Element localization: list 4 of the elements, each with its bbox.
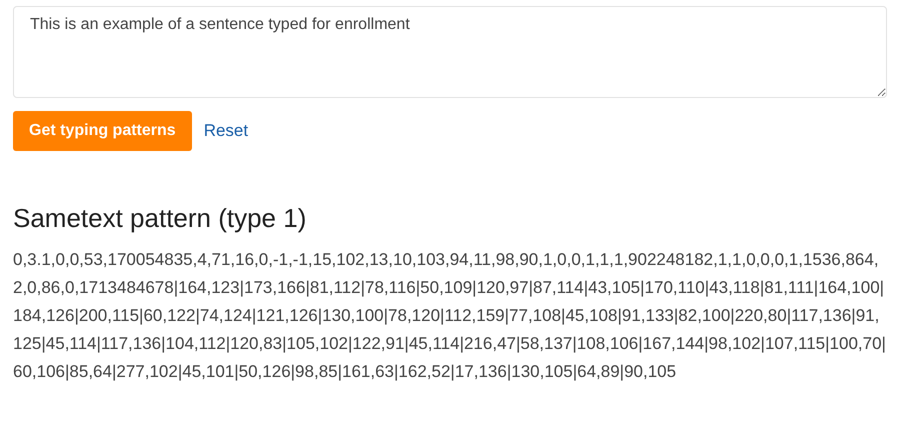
sentence-input[interactable]: This is an example of a sentence typed for enrollment [13, 6, 887, 98]
pattern-output: 0,3.1,0,0,53,170054835,4,71,16,0,-1,-1,15,102,13,10,103,94,11,98,90,1,0,0,1,1,1,902248182,1,1,0,0,0,1,1536,864,2,0,86,0,1713484678|164,123|173,166|81,112|78,116|50,109|120,97|87,114|43,105|170,110|43,118|81,111|164,100|184,126|200,115|60,122|74,124|121,126|130,100|78,120|112,159|77,108|45,108|91,133|82,100|220,80|117,136|91,125|45,114|117,136|104,112|120,83|105,102|122,91|45,114|216,47|58,137|108,106|167,144|98,102|107,115|100,70|60,106|85,64|277,102|45,101|50,126|98,85|161,63|162,52|17,136|130,105|64,89|90,105 [13, 249, 887, 383]
section-heading: Sametext pattern (type 1) [13, 203, 308, 234]
reset-link[interactable]: Reset [204, 121, 248, 141]
